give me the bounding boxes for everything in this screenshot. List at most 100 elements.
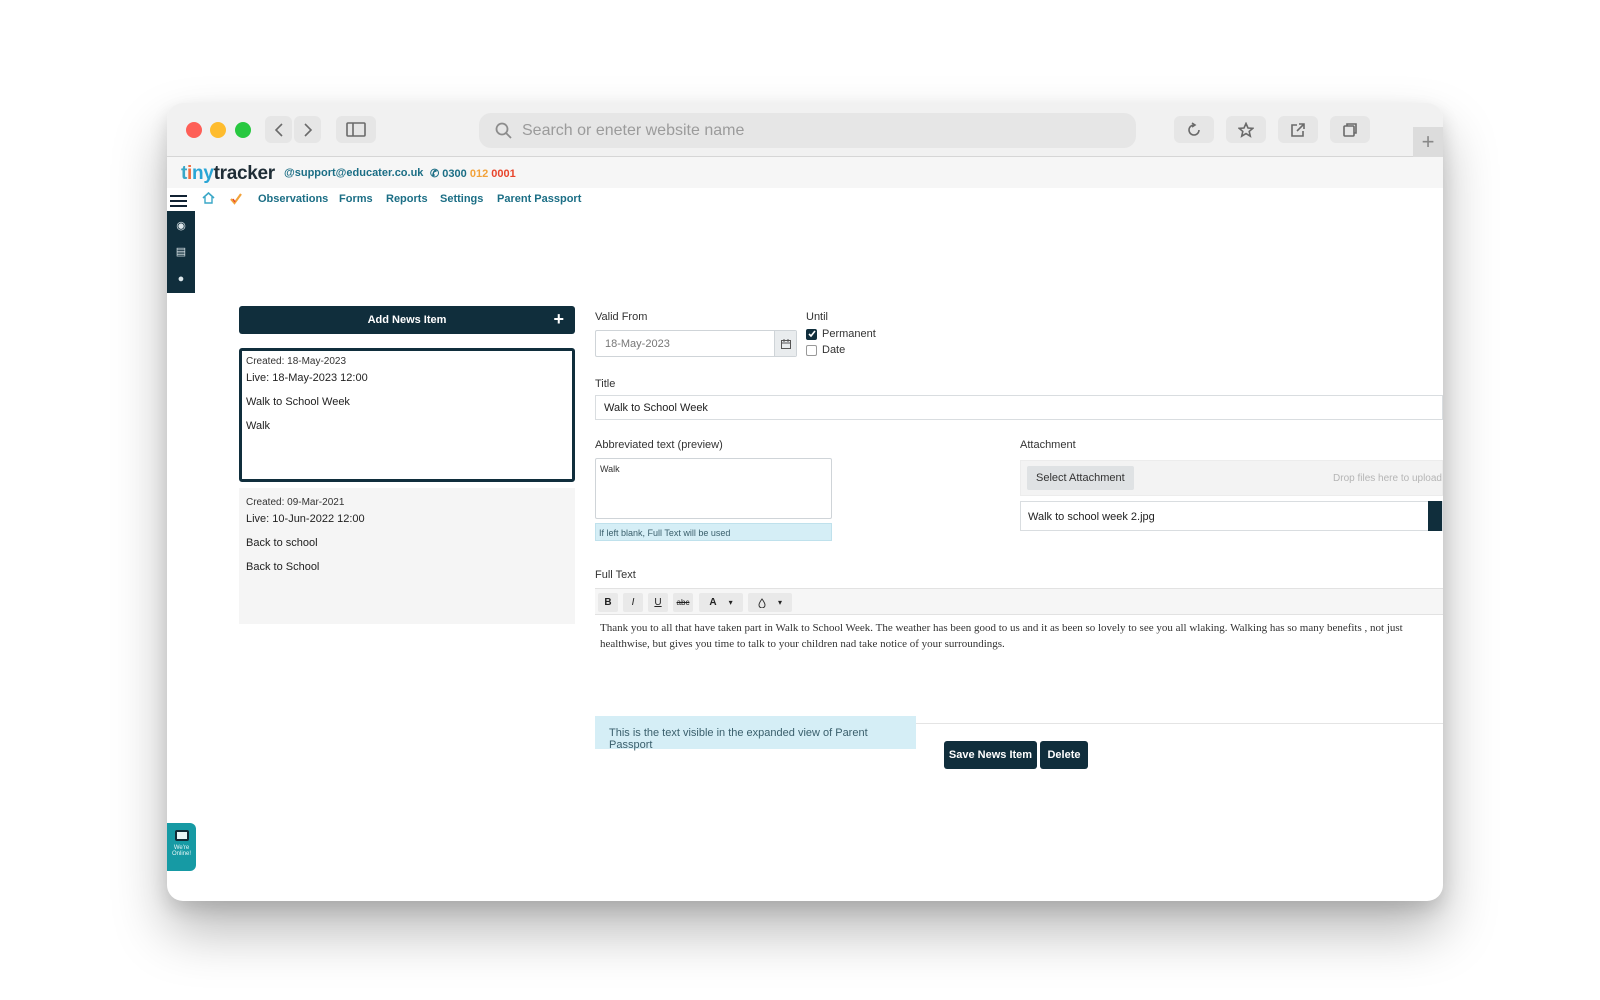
- share-icon: [1291, 122, 1305, 137]
- calendar-icon[interactable]: [774, 331, 796, 356]
- address-bar[interactable]: [479, 113, 1136, 148]
- support-phone[interactable]: ✆ 0300 012 0001: [430, 167, 516, 180]
- back-button[interactable]: [265, 116, 292, 143]
- add-news-item-button[interactable]: Add News Item +: [239, 306, 575, 334]
- inbox-icon[interactable]: ▤: [174, 246, 188, 258]
- highlight-color-button[interactable]: ▾: [748, 593, 792, 612]
- dashboard-icon[interactable]: ◉: [174, 220, 188, 232]
- full-text-label: Full Text: [595, 569, 636, 581]
- news-live: Live: 10-Jun-2022 12:00: [246, 513, 365, 525]
- until-label: Until: [806, 311, 829, 323]
- font-color-icon: A: [709, 597, 717, 608]
- underline-button[interactable]: U: [648, 593, 668, 612]
- news-item-card[interactable]: Created: 18-May-2023 Live: 18-May-2023 1…: [239, 348, 575, 482]
- delete-button[interactable]: Delete: [1040, 741, 1088, 769]
- phone-icon: ✆: [430, 168, 440, 180]
- minimize-window-button[interactable]: [210, 122, 226, 138]
- date-label: Date: [822, 344, 846, 356]
- news-abbr: Walk: [246, 420, 271, 432]
- nav-parent-passport[interactable]: Parent Passport: [497, 193, 581, 205]
- reload-icon: [1188, 121, 1200, 136]
- nav-forms[interactable]: Forms: [339, 193, 373, 205]
- drop-files-text: Drop files here to upload: [1333, 473, 1442, 484]
- save-news-item-button[interactable]: Save News Item: [944, 741, 1037, 769]
- bold-button[interactable]: B: [598, 593, 618, 612]
- reload-button[interactable]: [1174, 116, 1214, 143]
- attachment-file-row[interactable]: Walk to school week 2.jpg: [1020, 501, 1443, 531]
- hamburger-menu-icon[interactable]: [170, 195, 187, 210]
- valid-from-label: Valid From: [595, 311, 648, 323]
- forward-button[interactable]: [294, 116, 321, 143]
- close-window-button[interactable]: [186, 122, 202, 138]
- italic-button[interactable]: I: [623, 593, 643, 612]
- attachment-label: Attachment: [1020, 439, 1076, 451]
- font-color-button[interactable]: A ▾: [699, 593, 743, 612]
- new-tab-button[interactable]: +: [1413, 127, 1443, 157]
- paint-drop-icon: [758, 597, 766, 608]
- home-icon[interactable]: [202, 192, 215, 204]
- chevron-right-icon: [303, 122, 312, 137]
- full-text-content: Thank you to all that have taken part in…: [600, 622, 1403, 650]
- chat-bubble-icon: [174, 830, 189, 841]
- search-input[interactable]: [522, 121, 1082, 140]
- news-created: Created: 18-May-2023: [246, 356, 347, 367]
- abbreviated-text-hint: If left blank, Full Text will be used: [595, 523, 832, 541]
- title-label: Title: [595, 378, 616, 390]
- plus-icon: +: [553, 309, 564, 329]
- news-title: Walk to School Week: [246, 396, 350, 408]
- tabs-overview-button[interactable]: [1330, 116, 1370, 143]
- news-live: Live: 18-May-2023 12:00: [246, 372, 368, 384]
- news-item-card[interactable]: Created: 09-Mar-2021 Live: 10-Jun-2022 1…: [239, 488, 575, 624]
- valid-from-input[interactable]: [596, 331, 771, 356]
- bookmark-button[interactable]: [1226, 116, 1266, 143]
- abbreviated-text-input[interactable]: Walk: [595, 458, 832, 519]
- phone-mid: 012: [469, 168, 489, 180]
- permanent-checkbox[interactable]: Permanent: [806, 328, 876, 340]
- title-input[interactable]: [595, 395, 1443, 420]
- attachment-dropzone[interactable]: Select Attachment Drop files here to upl…: [1020, 460, 1443, 496]
- live-chat-widget[interactable]: We're Online!: [167, 823, 196, 871]
- logo-part: ny: [192, 163, 214, 184]
- news-title: Back to school: [246, 537, 318, 549]
- nav-observations[interactable]: Observations: [258, 193, 328, 205]
- chevron-left-icon: [274, 122, 283, 137]
- date-checkbox[interactable]: Date: [806, 344, 845, 356]
- chat-status: We're Online!: [171, 845, 191, 857]
- search-icon: [495, 122, 512, 139]
- phone-suffix: 0001: [491, 168, 516, 180]
- full-text-hint: This is the text visible in the expanded…: [595, 716, 916, 751]
- support-email[interactable]: @support@educater.co.uk: [284, 167, 423, 179]
- logo-part: tracker: [213, 163, 276, 184]
- full-text-editor[interactable]: Thank you to all that have taken part in…: [595, 615, 1443, 724]
- sidebar-icon: [346, 122, 366, 137]
- maximize-window-button[interactable]: [235, 122, 251, 138]
- attachment-action-button[interactable]: [1428, 501, 1442, 531]
- checkmark-icon[interactable]: [230, 193, 242, 205]
- sidebar-toggle-button[interactable]: [336, 116, 376, 143]
- plus-icon: +: [1421, 129, 1435, 154]
- chat-icon[interactable]: ●: [174, 273, 188, 285]
- attachment-filename: Walk to school week 2.jpg: [1028, 511, 1155, 523]
- share-button[interactable]: [1278, 116, 1318, 143]
- strikethrough-button[interactable]: abc: [673, 593, 693, 612]
- permanent-label: Permanent: [822, 328, 876, 340]
- phone-prefix: 0300: [442, 168, 467, 180]
- browser-window: + tinytracker @support@educater.co.uk ✆ …: [167, 103, 1443, 901]
- chevron-down-icon: ▾: [777, 598, 782, 607]
- abbreviated-text-label: Abbreviated text (preview): [595, 439, 723, 451]
- checkbox-unchecked-icon: [806, 344, 817, 356]
- add-news-item-label: Add News Item: [367, 314, 447, 326]
- valid-from-field[interactable]: [595, 330, 797, 357]
- nav-reports[interactable]: Reports: [386, 193, 428, 205]
- main-nav: Observations Forms Reports Settings Pare…: [167, 188, 1443, 210]
- app-header: tinytracker @support@educater.co.uk ✆ 03…: [167, 157, 1443, 188]
- checkbox-checked-icon: [806, 328, 817, 340]
- tabs-icon: [1343, 122, 1357, 137]
- editor-toolbar: B I U abc A ▾ ▾: [595, 588, 1443, 615]
- tinytracker-logo[interactable]: tinytracker: [181, 163, 275, 185]
- icon-sidebar: ◉ ▤ ●: [167, 211, 195, 293]
- chevron-down-icon: ▾: [728, 598, 733, 607]
- select-attachment-button[interactable]: Select Attachment: [1027, 466, 1134, 490]
- nav-settings[interactable]: Settings: [440, 193, 483, 205]
- browser-toolbar: +: [167, 103, 1443, 157]
